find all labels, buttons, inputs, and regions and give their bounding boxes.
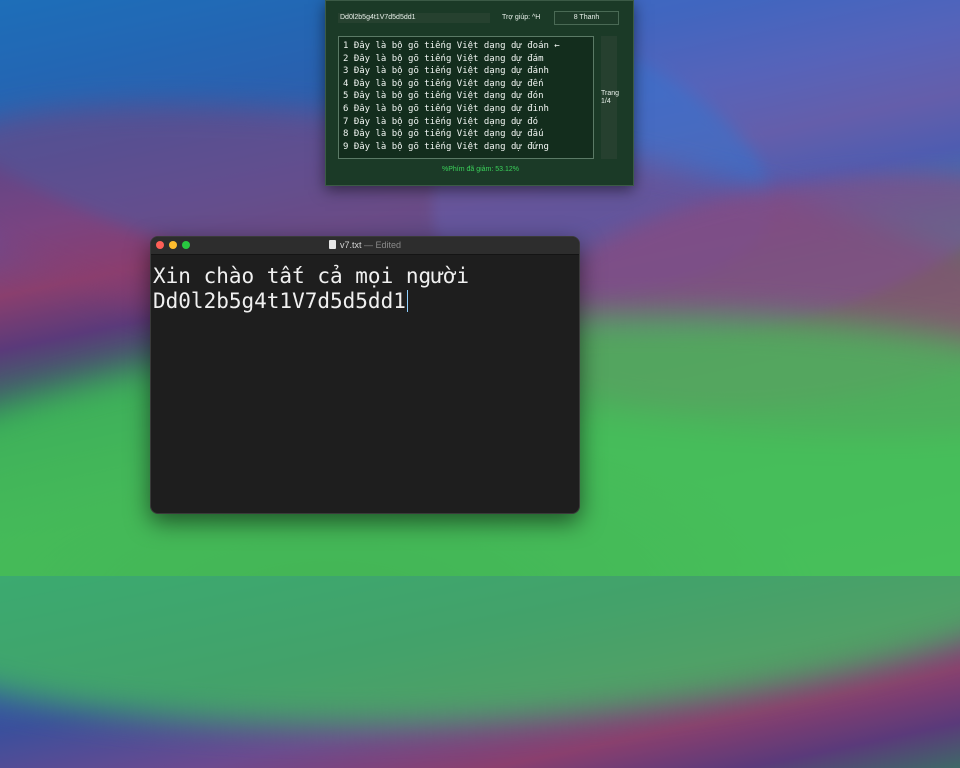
page-label: Trang: [601, 90, 620, 97]
ime-composition-field: Dd0l2b5g4t1V7d5d5dd1: [338, 13, 490, 23]
candidate-item-3[interactable]: 3 Đây là bộ gõ tiếng Việt dạng dự đánh: [339, 65, 593, 78]
candidate-item-8[interactable]: 8 Đây là bộ gõ tiếng Việt dạng dự đấu: [339, 128, 593, 141]
keystroke-reduction-stat: %Phím đã giảm: 53.12%: [441, 166, 520, 173]
typed-text: Dd0l2b5g4t1V7d5d5dd1: [153, 289, 406, 313]
candidate-item-7[interactable]: 7 Đây là bộ gõ tiếng Việt dạng dự đó: [339, 116, 593, 129]
candidate-list: 1 Đây là bộ gõ tiếng Việt dạng dự đoán ←…: [338, 36, 594, 159]
window-titlebar[interactable]: v7.txt — Edited: [151, 237, 579, 255]
ime-profile-button[interactable]: 8 Thanh: [554, 11, 619, 25]
candidate-item-1[interactable]: 1 Đây là bộ gõ tiếng Việt dạng dự đoán ←: [339, 40, 593, 53]
document-icon: [328, 240, 336, 249]
page-indicator: Trang 1/4: [601, 90, 631, 106]
candidate-item-6[interactable]: 6 Đây là bộ gõ tiếng Việt dạng dự đinh: [339, 103, 593, 116]
edited-status: Edited: [375, 240, 402, 250]
text-caret: [406, 290, 409, 312]
page-value: 1/4: [601, 98, 611, 105]
text-area[interactable]: Xin chào tất cả mọi người Dd0l2b5g4t1V7d…: [151, 255, 579, 314]
candidate-item-4[interactable]: 4 Đây là bộ gõ tiếng Việt dạng dự đến: [339, 78, 593, 91]
ime-help-hint: Trợ giúp: ^H: [502, 14, 541, 21]
text-line-1: Xin chào tất cả mọi người: [153, 264, 470, 288]
text-editor-window: v7.txt — Edited Xin chào tất cả mọi ngườ…: [150, 236, 580, 514]
filename: v7.txt: [339, 240, 362, 250]
candidate-item-5[interactable]: 5 Đây là bộ gõ tiếng Việt dạng dự đón: [339, 90, 593, 103]
candidate-item-9[interactable]: 9 Đây là bộ gõ tiếng Việt dạng dự đứng: [339, 141, 593, 154]
title-separator: —: [363, 240, 373, 250]
window-title: v7.txt — Edited: [151, 237, 579, 253]
candidate-item-2[interactable]: 2 Đây là bộ gõ tiếng Việt dạng dự đám: [339, 53, 593, 66]
ime-candidate-panel: Dd0l2b5g4t1V7d5d5dd1 Trợ giúp: ^H 8 Than…: [325, 0, 634, 186]
text-line-2: Dd0l2b5g4t1V7d5d5dd1: [153, 289, 579, 314]
